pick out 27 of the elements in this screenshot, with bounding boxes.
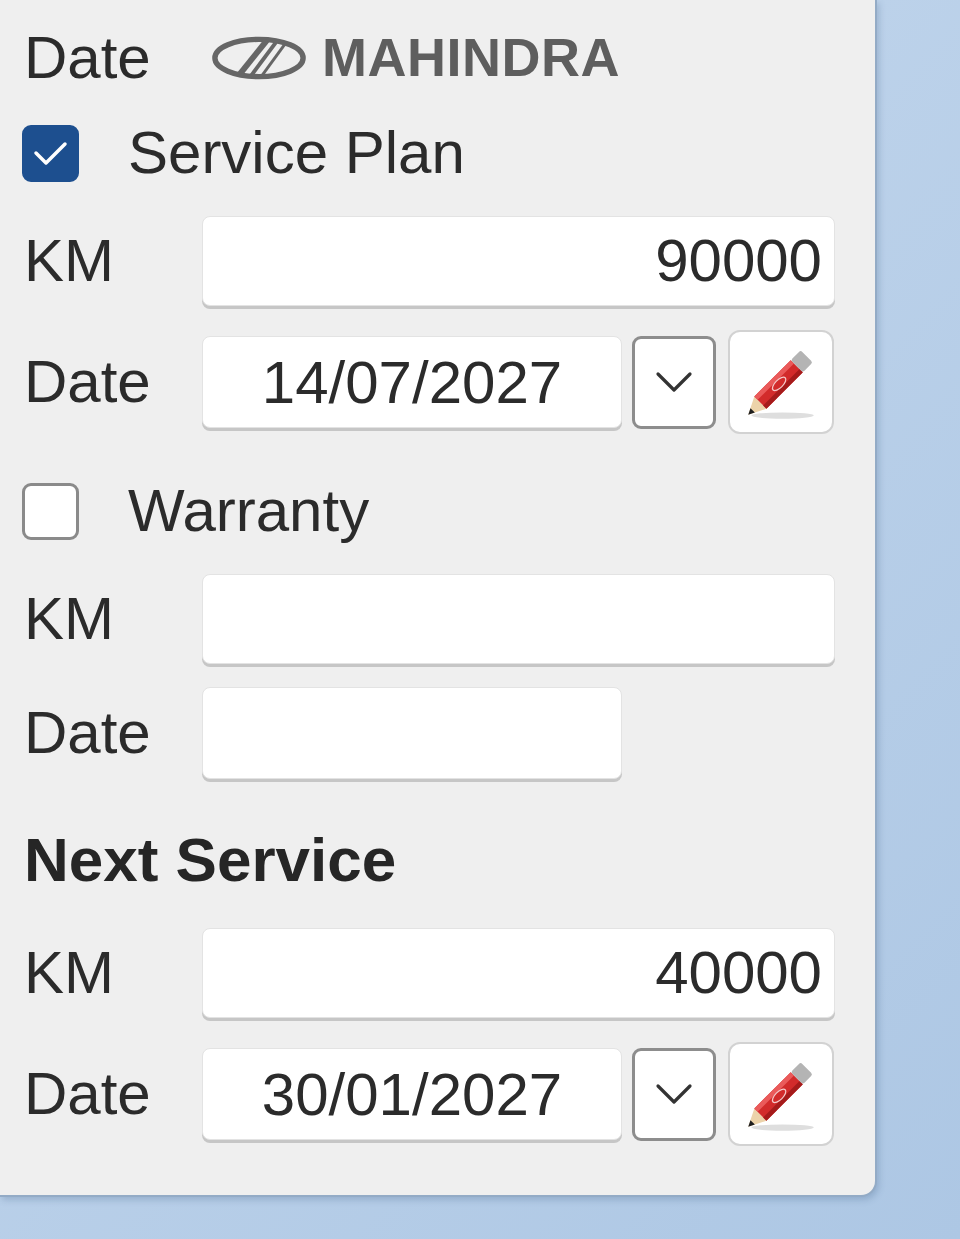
- field-label: Date: [24, 1060, 151, 1127]
- chevron-down-icon: [655, 371, 693, 393]
- date-field[interactable]: 30/01/2027: [202, 1048, 622, 1140]
- dropdown-button[interactable]: [632, 335, 716, 429]
- edit-button[interactable]: [728, 330, 834, 434]
- field-label: KM: [24, 939, 114, 1006]
- checkmark-icon: [32, 139, 69, 167]
- chevron-down-icon: [655, 1083, 693, 1105]
- section-heading: Next Service: [24, 825, 397, 895]
- date-field[interactable]: [202, 687, 622, 779]
- edit-button[interactable]: [728, 1042, 834, 1146]
- field-label: KM: [24, 585, 114, 652]
- checkbox-label: Warranty: [128, 478, 370, 544]
- field-label: Date: [24, 699, 151, 766]
- number-field[interactable]: 40000: [202, 928, 835, 1018]
- checkbox-label: Service Plan: [128, 120, 465, 186]
- checkbox[interactable]: [22, 124, 79, 182]
- date-field[interactable]: 14/07/2027: [202, 336, 622, 428]
- field-label: KM: [24, 227, 114, 294]
- oval-logo-icon: [210, 35, 308, 81]
- brand-name: MAHINDRA: [322, 28, 620, 88]
- dropdown-button[interactable]: [632, 1047, 716, 1141]
- number-field[interactable]: [202, 574, 835, 664]
- field-label: Date: [24, 24, 151, 91]
- number-field[interactable]: 90000: [202, 216, 835, 306]
- checkbox[interactable]: [22, 482, 79, 540]
- field-label: Date: [24, 348, 151, 415]
